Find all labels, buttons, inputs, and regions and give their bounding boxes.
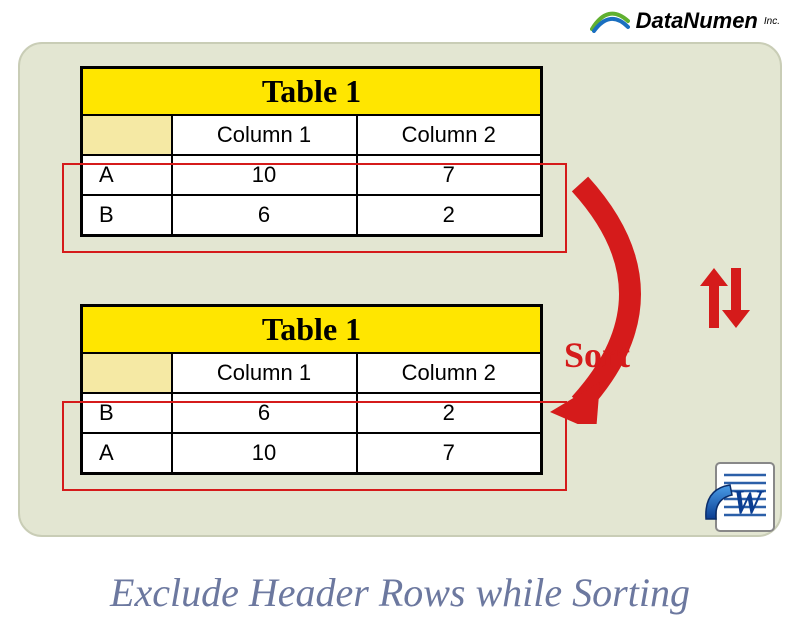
- svg-text:W: W: [732, 484, 765, 521]
- table-header-row: Column 1 Column 2: [82, 353, 542, 393]
- table-title: Table 1: [82, 68, 542, 116]
- cell-c2: 2: [357, 393, 542, 433]
- logo-suffix: Inc.: [764, 16, 780, 27]
- cell-c2: 2: [357, 195, 542, 236]
- sort-updown-icon: [700, 268, 750, 328]
- table-title-row: Table 1: [82, 306, 542, 354]
- caption-text: Exclude Header Rows while Sorting: [0, 569, 800, 616]
- table-row: B 6 2: [82, 393, 542, 433]
- main-panel: Table 1 Column 1 Column 2 A 10 7 B 6 2 T…: [18, 42, 782, 537]
- row-label: B: [82, 195, 172, 236]
- table-title-row: Table 1: [82, 68, 542, 116]
- row-label: A: [82, 155, 172, 195]
- row-label: A: [82, 433, 172, 474]
- table-row: A 10 7: [82, 433, 542, 474]
- sort-label: Sort: [564, 334, 630, 376]
- cell-c1: 6: [172, 393, 357, 433]
- cell-c1: 6: [172, 195, 357, 236]
- cell-c1: 10: [172, 155, 357, 195]
- cell-c2: 7: [357, 155, 542, 195]
- cell-c1: 10: [172, 433, 357, 474]
- table-title: Table 1: [82, 306, 542, 354]
- header-col1: Column 1: [172, 353, 357, 393]
- word-app-icon: W: [698, 453, 788, 543]
- swoosh-icon: [590, 9, 630, 33]
- table-row: A 10 7: [82, 155, 542, 195]
- header-corner: [82, 353, 172, 393]
- table-before-sort: Table 1 Column 1 Column 2 A 10 7 B 6 2: [80, 66, 543, 237]
- header-corner: [82, 115, 172, 155]
- curved-arrow-icon: [550, 164, 700, 424]
- logo-text: DataNumen: [636, 8, 758, 34]
- table-row: B 6 2: [82, 195, 542, 236]
- cell-c2: 7: [357, 433, 542, 474]
- header-col1: Column 1: [172, 115, 357, 155]
- header-col2: Column 2: [357, 353, 542, 393]
- brand-logo: DataNumen Inc.: [590, 8, 780, 34]
- table-after-sort: Table 1 Column 1 Column 2 B 6 2 A 10 7: [80, 304, 543, 475]
- row-label: B: [82, 393, 172, 433]
- header-col2: Column 2: [357, 115, 542, 155]
- table-header-row: Column 1 Column 2: [82, 115, 542, 155]
